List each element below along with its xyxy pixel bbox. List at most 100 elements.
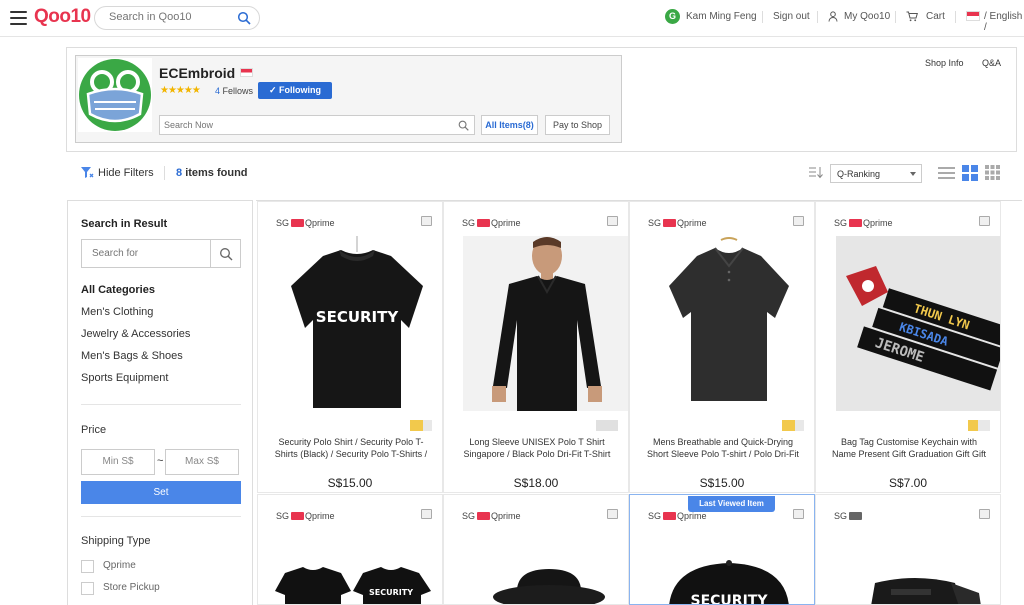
security-polo-pair-image: SECURITY	[273, 529, 441, 604]
shop-search-box[interactable]	[159, 115, 475, 135]
grey-polo-image	[645, 236, 813, 411]
qprime-truck-icon	[663, 219, 677, 227]
compare-icon[interactable]	[607, 216, 618, 226]
product-image[interactable]: SECURITY	[273, 236, 441, 411]
small-grid-view-icon[interactable]	[985, 165, 1000, 180]
product-image[interactable]	[459, 529, 627, 604]
compare-icon[interactable]	[421, 509, 432, 519]
product-card[interactable]: SG Qprime	[443, 494, 629, 605]
product-title[interactable]: Mens Breathable and Quick-Drying Short S…	[644, 436, 802, 460]
rating-bar	[596, 420, 618, 431]
all-items-button[interactable]: All Items(8)	[481, 115, 538, 135]
search-in-result-input[interactable]	[92, 248, 202, 259]
compare-icon[interactable]	[979, 216, 990, 226]
menu-icon[interactable]	[10, 11, 27, 25]
singapore-flag-icon[interactable]	[966, 11, 980, 21]
qprime-checkbox[interactable]	[81, 560, 94, 573]
product-image[interactable]: THUN LYN KBISADA JEROME	[836, 236, 1000, 411]
compare-icon[interactable]	[793, 509, 804, 519]
qprime-truck-icon	[849, 219, 863, 227]
product-image[interactable]: SECURITY	[645, 529, 813, 605]
search-in-result-title: Search in Result	[81, 218, 168, 230]
chevron-down-icon	[910, 172, 916, 176]
hide-filters-button[interactable]: Hide Filters	[98, 167, 154, 179]
search-in-result-box[interactable]	[81, 239, 241, 268]
qprime-truck-icon	[663, 512, 677, 520]
divider	[955, 11, 956, 23]
divider	[895, 11, 896, 23]
fellows-count[interactable]: 4 Fellows	[215, 86, 253, 96]
language-selector[interactable]: / English /	[984, 11, 1024, 33]
compare-icon[interactable]	[793, 216, 804, 226]
country-code: SG	[648, 511, 662, 521]
global-search-input[interactable]	[109, 11, 229, 23]
qprime-badge: Qprime	[305, 218, 335, 228]
qprime-badge: Qprime	[863, 218, 893, 228]
country-code: SG	[834, 511, 848, 521]
qprime-truck-icon	[477, 219, 491, 227]
search-icon[interactable]	[237, 11, 251, 25]
price-title: Price	[81, 424, 107, 436]
sort-order-icon[interactable]	[808, 166, 824, 179]
product-title[interactable]: Long Sleeve UNISEX Polo T Shirt Singapor…	[458, 436, 616, 460]
sign-out-link[interactable]: Sign out	[773, 11, 810, 22]
search-icon[interactable]	[458, 120, 469, 131]
compare-icon[interactable]	[607, 509, 618, 519]
product-image[interactable]	[645, 236, 813, 411]
product-image[interactable]	[831, 529, 999, 604]
store-pickup-checkbox[interactable]	[81, 582, 94, 595]
min-price-input[interactable]: Min S$	[81, 449, 155, 475]
product-card[interactable]: SG	[815, 494, 1001, 605]
country-code: SG	[462, 218, 476, 228]
product-card[interactable]: SG Qprime Mens Breathable and Quick-Dryin…	[629, 201, 815, 493]
product-title[interactable]: Security Polo Shirt / Security Polo T-Sh…	[272, 436, 430, 460]
category-jewelry-accessories[interactable]: Jewelry & Accessories	[81, 328, 190, 340]
rating-bar	[410, 420, 432, 431]
compare-icon[interactable]	[979, 509, 990, 519]
set-price-button[interactable]: Set	[81, 481, 241, 504]
product-card[interactable]: SG Qprime SECURITY Security Polo Shirt / …	[257, 201, 443, 493]
store-pickup-label: Store Pickup	[103, 582, 160, 593]
divider	[817, 11, 818, 23]
compare-icon[interactable]	[421, 216, 432, 226]
divider	[81, 516, 241, 517]
keychain-tags-image: THUN LYN KBISADA JEROME	[836, 236, 1000, 411]
filter-icon[interactable]	[80, 166, 94, 179]
category-sports-equipment[interactable]: Sports Equipment	[81, 372, 168, 384]
rating-bar	[968, 420, 990, 431]
category-mens-clothing[interactable]: Men's Clothing	[81, 306, 153, 318]
product-card[interactable]: SG Qprime SECURITY	[257, 494, 443, 605]
shipping-meta: SG Qprime	[276, 218, 335, 228]
all-categories-link[interactable]: All Categories	[81, 284, 155, 296]
qoo10-logo[interactable]: Qoo10	[34, 6, 91, 28]
cart-icon	[906, 11, 918, 22]
user-avatar[interactable]: G	[665, 9, 680, 24]
cart-link[interactable]: Cart	[926, 11, 945, 22]
security-print: SECURITY	[316, 308, 400, 326]
search-in-result-button[interactable]	[210, 240, 240, 267]
shop-info-link[interactable]: Shop Info	[925, 58, 964, 68]
my-qoo10-link[interactable]: My Qoo10	[844, 11, 890, 22]
product-image[interactable]: SECURITY	[273, 529, 441, 604]
security-print: SECURITY	[691, 593, 769, 605]
shop-search-input[interactable]	[164, 120, 444, 130]
following-button[interactable]: ✓ Following	[258, 82, 332, 99]
pay-to-shop-button[interactable]: Pay to Shop	[545, 115, 610, 135]
shop-name[interactable]: ECEmbroid	[159, 65, 235, 81]
list-view-icon[interactable]	[938, 166, 955, 180]
qprime-badge: Qprime	[491, 218, 521, 228]
product-card[interactable]: SG Qprime THUN LYN KBISADA JEROME Bag Tag…	[815, 201, 1001, 493]
product-card[interactable]: SG Qprime Long Sleeve UNISEX Polo T Shirt…	[443, 201, 629, 493]
items-found-label: items found	[185, 167, 248, 179]
max-price-input[interactable]: Max S$	[165, 449, 239, 475]
product-title[interactable]: Bag Tag Customise Keychain with Name Pre…	[830, 436, 988, 460]
global-search-box[interactable]	[94, 6, 260, 30]
product-image[interactable]	[463, 236, 628, 411]
category-mens-bags-shoes[interactable]: Men's Bags & Shoes	[81, 350, 183, 362]
user-name-link[interactable]: Kam Ming Feng	[686, 11, 757, 22]
shop-logo[interactable]	[78, 58, 152, 132]
qa-link[interactable]: Q&A	[982, 58, 1001, 68]
sort-dropdown[interactable]: Q-Ranking	[830, 164, 922, 183]
gallery-view-icon[interactable]	[962, 165, 978, 181]
last-viewed-badge: Last Viewed Item	[688, 496, 775, 512]
